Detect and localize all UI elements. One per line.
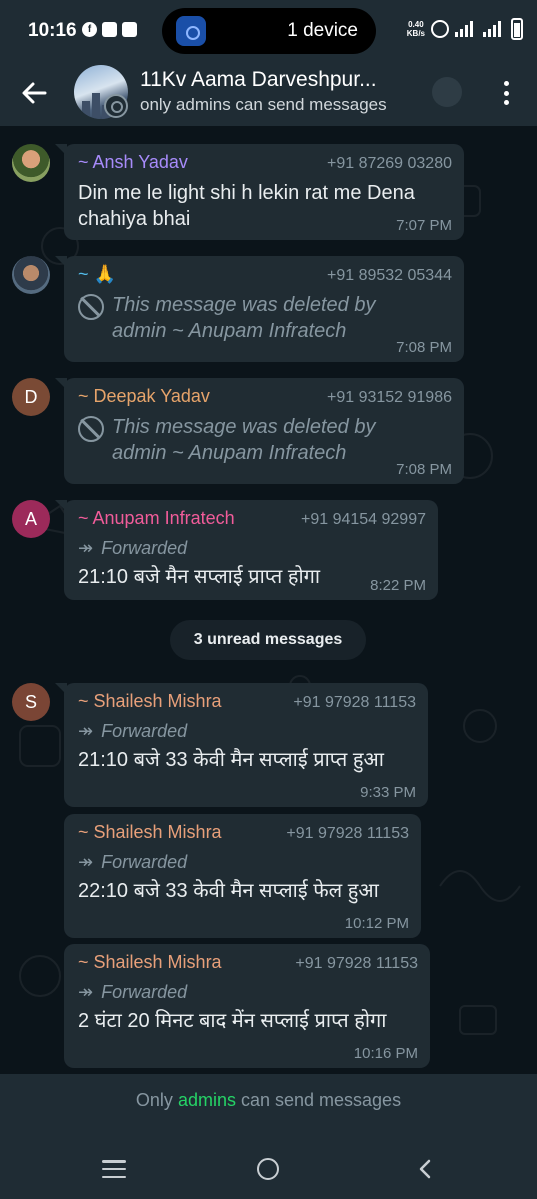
community-icon xyxy=(104,94,128,118)
nav-back-icon[interactable] xyxy=(414,1157,438,1181)
chat-header: 11Kv Aama Darveshpur... only admins can … xyxy=(0,60,537,126)
message-bubble[interactable]: ~ Ansh Yadav +91 87269 03280 Din me le l… xyxy=(55,144,464,240)
sender-name[interactable]: ~ Deepak Yadav xyxy=(78,386,210,407)
avatar[interactable]: A xyxy=(12,500,50,538)
message-bubble[interactable]: ~ Anupam Infratech +91 94154 92997 ↠ For… xyxy=(55,500,438,600)
unread-messages-divider: 3 unread messages xyxy=(170,620,366,660)
message-time: 9:33 PM xyxy=(360,784,416,801)
forward-icon: ↠ xyxy=(78,720,94,741)
message-time: 8:22 PM xyxy=(370,577,426,594)
deleted-icon xyxy=(78,416,104,442)
sender-phone: +91 94154 92997 xyxy=(300,511,426,528)
admins-link[interactable]: admins xyxy=(178,1090,236,1110)
deleted-icon xyxy=(78,294,104,320)
forwarded-label: Forwarded xyxy=(101,720,188,741)
avatar[interactable] xyxy=(12,144,50,182)
forward-icon: ↠ xyxy=(78,851,94,872)
deleted-message-text: This message was deleted by admin ~ Anup… xyxy=(112,416,376,464)
admins-only-footer: Only admins can send messages xyxy=(0,1074,537,1138)
message-time: 7:08 PM xyxy=(396,461,452,478)
sender-name[interactable]: ~ Anupam Infratech xyxy=(78,508,235,529)
facebook-icon: f xyxy=(82,22,97,37)
chat-area[interactable]: ~ Ansh Yadav +91 87269 03280 Din me le l… xyxy=(0,126,537,1074)
message-time: 7:07 PM xyxy=(396,217,452,234)
forwarded-label: Forwarded xyxy=(101,851,188,872)
message-bubble[interactable]: ~ Shailesh Mishra +91 97928 11153 ↠ Forw… xyxy=(64,944,430,1068)
back-arrow-icon[interactable] xyxy=(18,77,50,109)
message-text: 21:10 बजे 33 केवी मैन सप्लाई प्राप्त हुआ xyxy=(78,749,384,771)
forward-icon: ↠ xyxy=(78,981,94,1002)
sender-phone: +91 87269 03280 xyxy=(326,155,452,172)
group-subtitle[interactable]: only admins can send messages xyxy=(140,95,387,115)
sender-phone: +91 97928 11153 xyxy=(293,694,416,711)
voice-call-icon[interactable] xyxy=(432,77,462,107)
sender-name[interactable]: ~ Shailesh Mishra xyxy=(78,822,222,843)
footer-text-end: can send messages xyxy=(235,1090,402,1110)
deleted-message-text: This message was deleted by admin ~ Anup… xyxy=(112,294,376,342)
group-title[interactable]: 11Kv Aama Darveshpur... xyxy=(140,68,377,92)
message-time: 7:08 PM xyxy=(396,339,452,356)
message-text: 22:10 बजे 33 केवी मैन सप्लाई फेल हुआ xyxy=(78,880,379,902)
message-bubble[interactable]: ~ 🙏 +91 89532 05344 This message was del… xyxy=(55,256,464,362)
sender-name[interactable]: ~ Ansh Yadav xyxy=(78,152,188,173)
message-bubble[interactable]: ~ Shailesh Mishra +91 97928 11153 ↠ Forw… xyxy=(55,683,428,807)
sender-phone: +91 89532 05344 xyxy=(326,267,452,284)
dynamic-island[interactable]: 1 device xyxy=(162,8,376,54)
data-rate: 0.40 KB/s xyxy=(406,20,425,38)
notification-icons: f xyxy=(82,22,137,37)
battery-icon xyxy=(511,18,523,40)
message-time: 10:12 PM xyxy=(344,915,409,932)
status-bar: 10:16 f 1 device 0.40 KB/s xyxy=(0,0,537,60)
message-bubble[interactable]: ~ Deepak Yadav +91 93152 91986 This mess… xyxy=(55,378,464,484)
recent-apps-icon[interactable] xyxy=(102,1160,126,1178)
sender-name[interactable]: ~ 🙏 xyxy=(78,264,116,285)
avatar[interactable]: S xyxy=(12,683,50,721)
sender-name[interactable]: ~ Shailesh Mishra xyxy=(78,952,222,973)
signal-icon xyxy=(455,21,477,37)
forwarded-label: Forwarded xyxy=(101,537,188,558)
sender-phone: +91 97928 11153 xyxy=(295,955,418,972)
signal2-icon xyxy=(483,21,505,37)
message-text: 2 घंटा 20 मिनट बाद मेंन सप्लाई प्राप्त ह… xyxy=(78,1010,387,1032)
avatar[interactable]: D xyxy=(12,378,50,416)
sender-phone: +91 93152 91986 xyxy=(326,389,452,406)
forward-icon: ↠ xyxy=(78,537,94,558)
home-icon[interactable] xyxy=(257,1158,279,1180)
message-time: 10:16 PM xyxy=(353,1045,418,1062)
app-icon xyxy=(102,22,117,37)
instagram-icon xyxy=(122,22,137,37)
broadcast-icon xyxy=(176,16,206,46)
hotspot-icon xyxy=(431,20,449,38)
status-time: 10:16 xyxy=(28,20,77,41)
forwarded-label: Forwarded xyxy=(101,981,188,1002)
sender-phone: +91 97928 11153 xyxy=(286,825,409,842)
island-label: 1 device xyxy=(287,20,358,41)
system-nav-bar xyxy=(0,1138,537,1199)
sender-name[interactable]: ~ Shailesh Mishra xyxy=(78,691,222,712)
message-bubble[interactable]: ~ Shailesh Mishra +91 97928 11153 ↠ Forw… xyxy=(64,814,421,938)
footer-text: Only xyxy=(135,1090,178,1110)
more-options-icon[interactable] xyxy=(496,78,516,108)
avatar[interactable] xyxy=(12,256,50,294)
system-icons: 0.40 KB/s xyxy=(407,18,523,40)
